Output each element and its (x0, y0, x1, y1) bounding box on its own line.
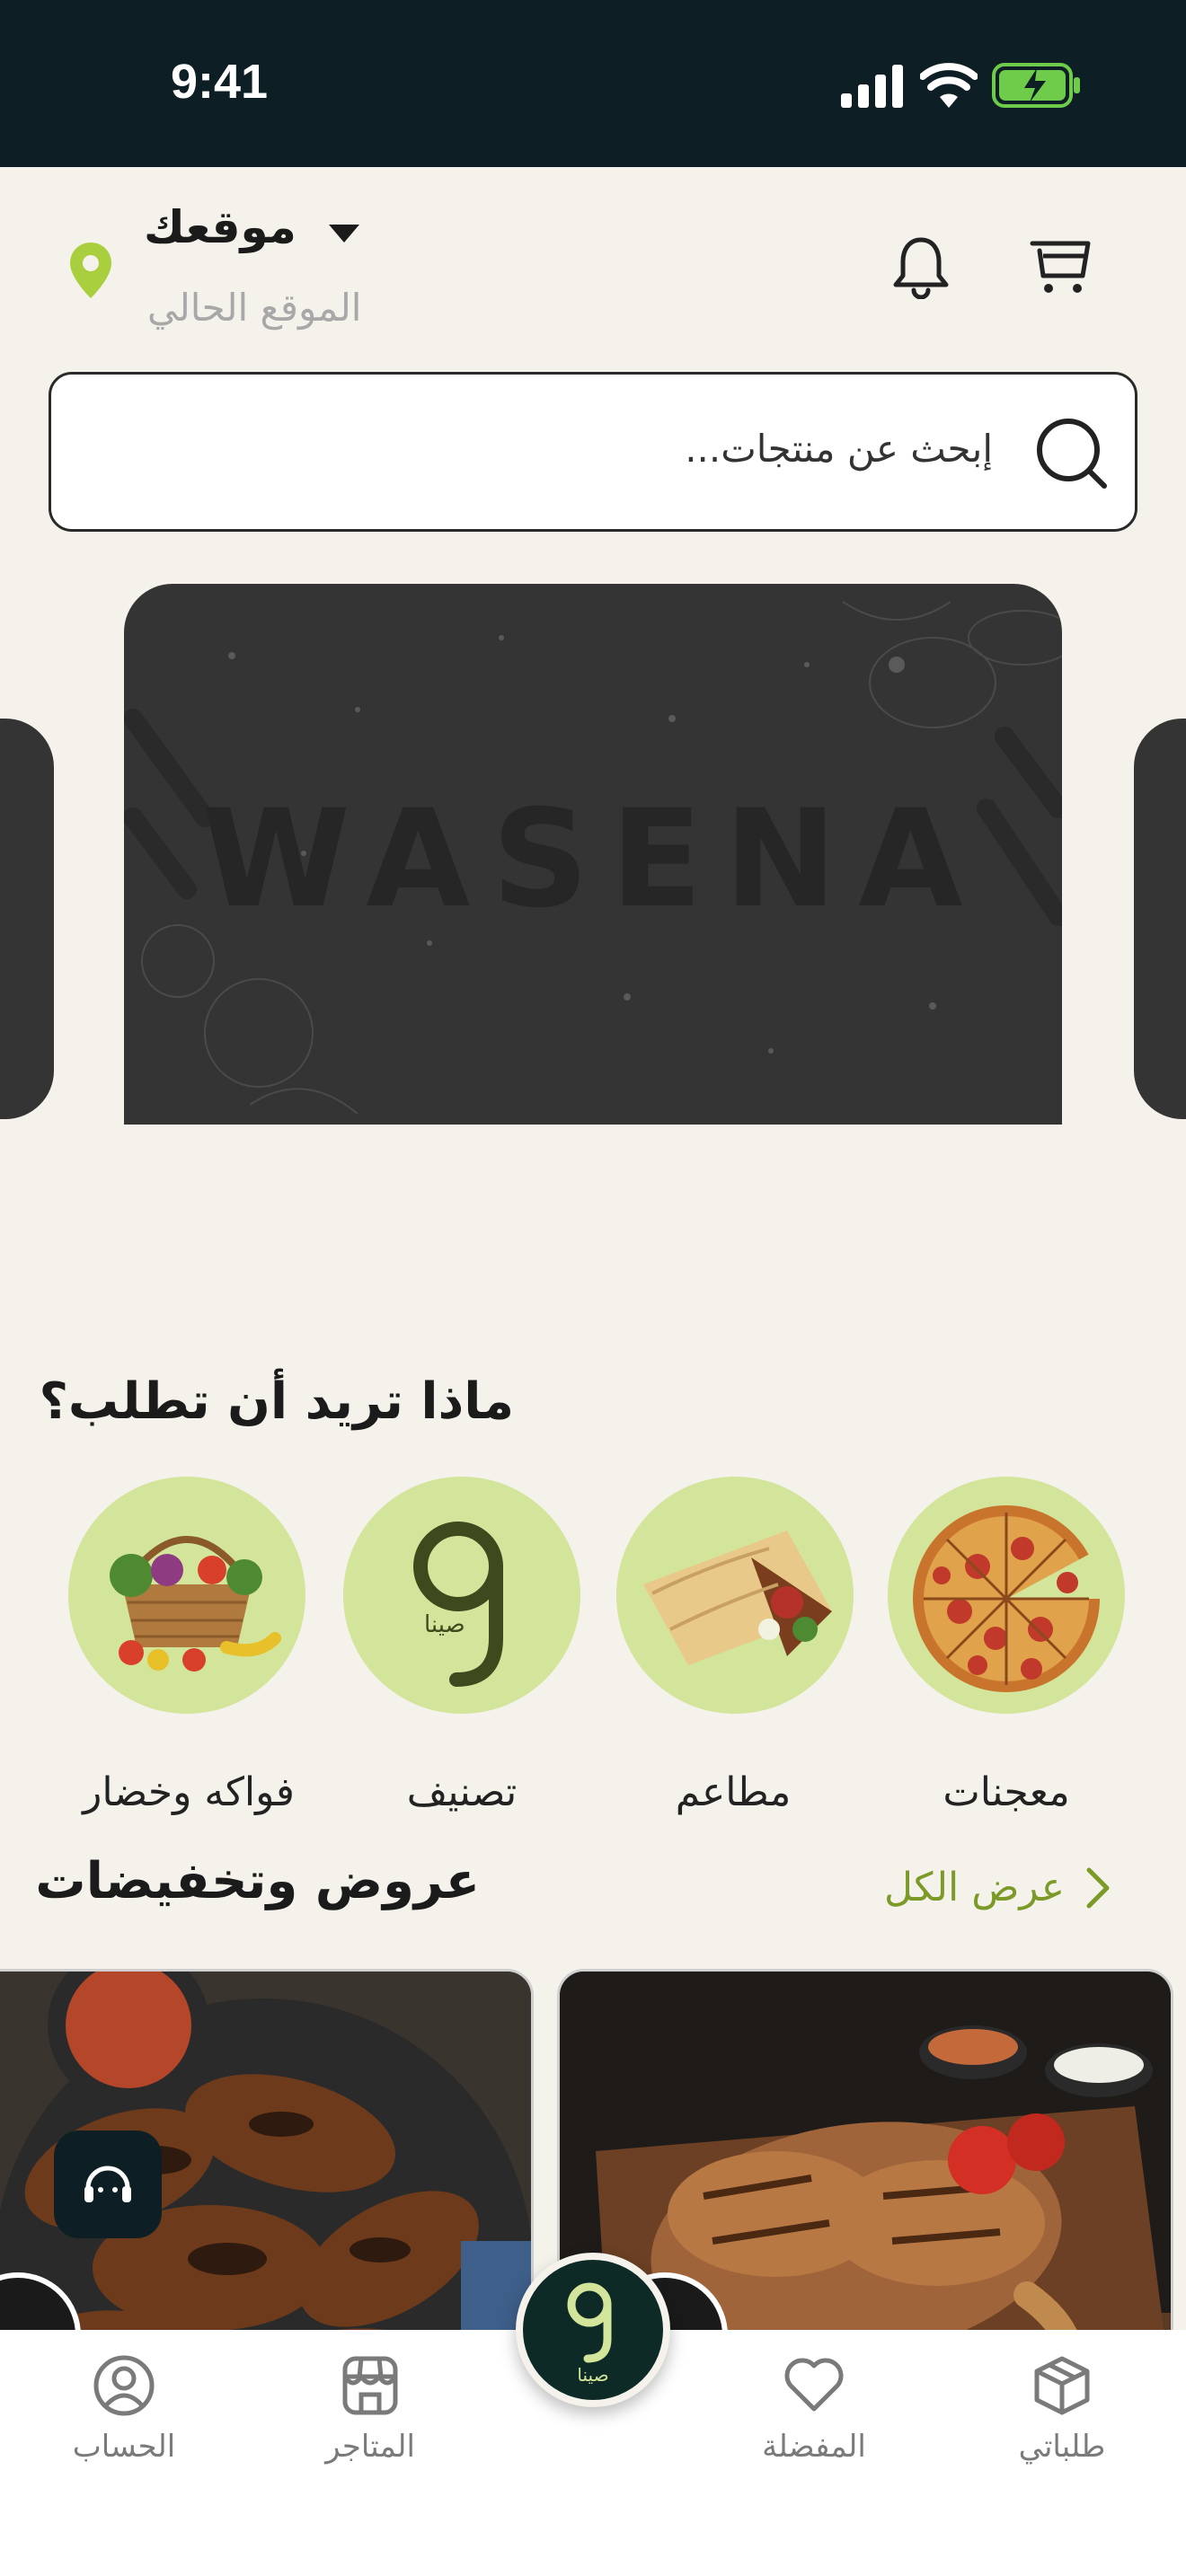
status-bar: 9:41 (0, 0, 1186, 167)
search-input[interactable]: إبحث عن منتجات... (49, 372, 1137, 532)
home-indicator-area (0, 2497, 1186, 2576)
categories-title: ماذا تريد أن تطلب؟ (39, 1372, 514, 1431)
headset-icon (84, 2166, 131, 2202)
nav-item-orders[interactable]: طلباتي (972, 2353, 1152, 2465)
category-item-restaurants[interactable]: مطاعم (598, 1473, 868, 1815)
pizza-icon (913, 1505, 1100, 1692)
search-placeholder: إبحث عن منتجات... (685, 427, 993, 471)
status-time: 9:41 (171, 55, 269, 109)
category-label: معجنات (943, 1769, 1070, 1815)
basket-icon (110, 1536, 281, 1672)
box-icon (1034, 2356, 1090, 2415)
search-icon (1037, 419, 1107, 489)
offers-title: عروض وتخفيضات (35, 1852, 480, 1910)
nav-item-account[interactable]: الحساب (34, 2353, 214, 2465)
location-pin-icon (70, 243, 111, 298)
battery-charging-icon (992, 63, 1080, 108)
notifications-button[interactable] (881, 226, 961, 307)
banner-brand-text: WASENA (201, 781, 985, 938)
category-label: تصنيف (406, 1769, 518, 1815)
cart-icon (1030, 241, 1091, 293)
cart-button[interactable] (1021, 226, 1102, 307)
bell-icon (893, 237, 949, 299)
category-circle: صينا (343, 1477, 580, 1714)
signal-icon (841, 65, 903, 108)
category-circle (68, 1477, 305, 1714)
banner-prev-card[interactable] (0, 719, 54, 1119)
category-circle (616, 1477, 854, 1714)
store-icon (342, 2356, 398, 2415)
support-button[interactable] (54, 2130, 162, 2238)
nav-label: طلباتي (1018, 2429, 1106, 2465)
location-subtitle: الموقع الحالي (147, 286, 362, 330)
brand-logo-icon (413, 1522, 503, 1687)
category-circle (888, 1477, 1125, 1714)
banner-next-card[interactable] (1134, 719, 1186, 1119)
nav-label: الحساب (72, 2429, 176, 2465)
category-item-pastries[interactable]: معجنات (872, 1473, 1141, 1815)
nav-label: المفضلة (762, 2429, 866, 2465)
fab-sub-text: صينا (577, 2364, 609, 2386)
nav-label: المتاجر (325, 2429, 415, 2465)
heart-icon (784, 2358, 844, 2412)
category-label: فواكه وخضار (83, 1769, 295, 1815)
logo-sub-text: صينا (424, 1611, 465, 1638)
category-item-fruits-vegetables[interactable]: فواكه وخضار (54, 1473, 323, 1815)
see-all-link[interactable]: عرض الكل (884, 1865, 1065, 1910)
category-label: مطاعم (675, 1769, 792, 1815)
chevron-down-icon[interactable] (329, 225, 359, 243)
chevron-right-icon[interactable] (1085, 1866, 1112, 1910)
promo-banner[interactable]: WASENA (124, 584, 1062, 1125)
nav-item-stores[interactable]: المتاجر (280, 2353, 460, 2465)
shawarma-icon (643, 1531, 832, 1665)
home-fab-button[interactable]: صينا (516, 2253, 670, 2407)
nav-item-favorites[interactable]: المفضلة (724, 2353, 904, 2465)
category-item-classification[interactable]: صينا تصنيف (327, 1473, 597, 1815)
location-title[interactable]: موقعك (144, 201, 296, 253)
wifi-icon (920, 63, 978, 108)
user-icon (93, 2355, 155, 2416)
brand-logo-icon (567, 2282, 612, 2363)
